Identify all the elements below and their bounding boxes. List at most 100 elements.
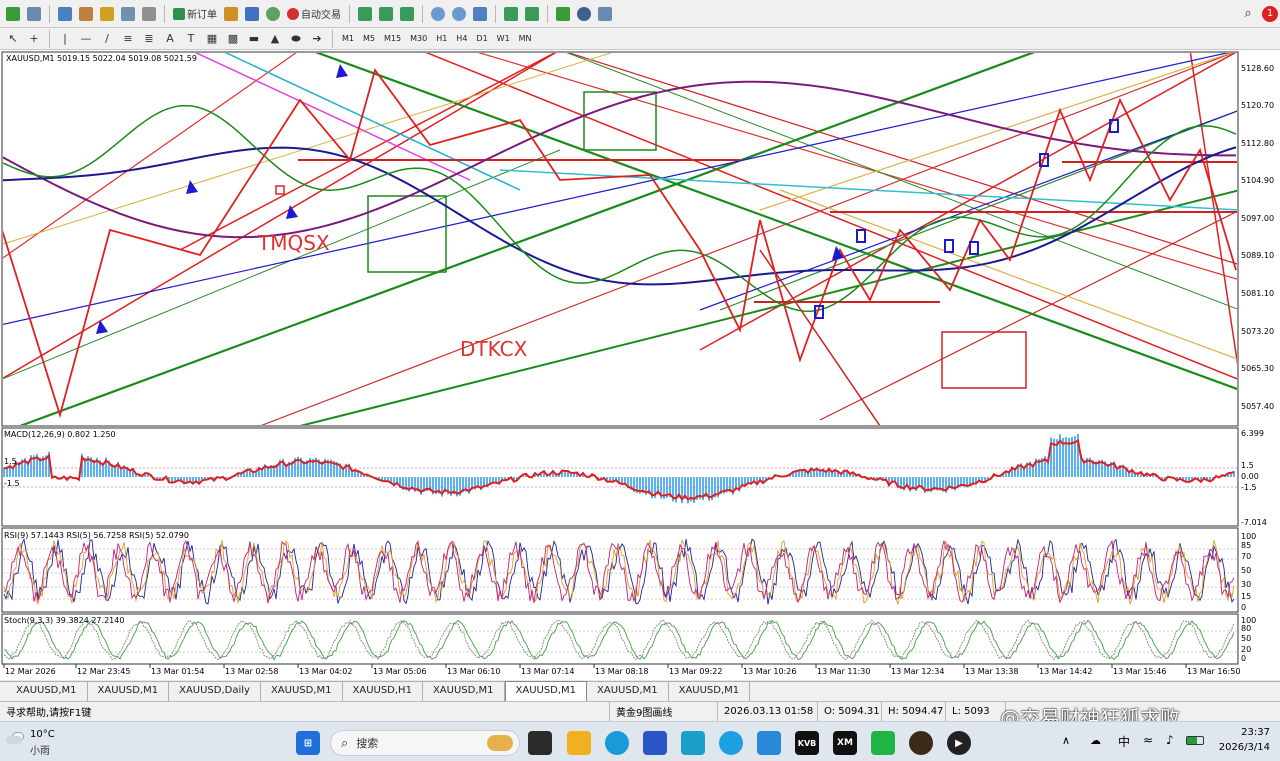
tray-chevron-icon[interactable]: ∧ [1062,734,1070,747]
signals-icon[interactable] [243,4,261,24]
pattern-icon[interactable]: ▩ [224,29,242,49]
clock-date[interactable]: 2026/3/14 [1208,742,1270,753]
wechat-icon[interactable] [871,731,895,755]
weather-icon[interactable] [6,730,26,750]
tile-windows-icon[interactable] [471,4,489,24]
profiles-icon[interactable] [25,4,43,24]
timeframe-m30[interactable]: M30 [407,34,430,43]
arrows-icon[interactable]: ➔ [308,29,326,49]
chart-window[interactable]: XAUUSD,M1 5019.15 5022.04 5019.08 5021.5… [0,50,1280,680]
tab-chart-3[interactable]: XAUUSD,Daily [169,682,261,701]
templates-icon[interactable] [596,4,614,24]
zoom-out-icon[interactable] [450,4,468,24]
timeframe-d1[interactable]: D1 [473,34,490,43]
time-label: 13 Mar 16:50 [1187,667,1240,676]
channel-icon[interactable]: ≡ [119,29,137,49]
task-view-icon[interactable] [528,731,552,755]
cursor-icon[interactable]: ↖ [4,29,22,49]
tray-cloud-icon[interactable]: ☁ [1090,734,1101,747]
app-icon[interactable] [681,731,705,755]
clock-time[interactable]: 23:37 [1216,727,1270,738]
fibonacci-icon[interactable]: ≣ [140,29,158,49]
tab-chart-4[interactable]: XAUUSD,M1 [261,682,343,701]
navigator-icon[interactable] [98,4,116,24]
tray-language[interactable]: 中 [1118,733,1130,750]
tester-icon[interactable] [140,4,158,24]
macd-axis-label: -7.014 [1241,518,1267,527]
indicators-icon[interactable] [554,4,572,24]
macd-left-label: 1.5 [4,457,17,466]
price-label: 5089.10 [1241,251,1274,260]
file-explorer-icon[interactable] [567,731,591,755]
grid-icon[interactable]: ▦ [203,29,221,49]
rsi-axis-label: 85 [1241,541,1251,550]
triangle-icon[interactable]: ▲ [266,29,284,49]
timeframe-mn[interactable]: MN [516,34,535,43]
store-icon[interactable] [643,731,667,755]
timeframe-h4[interactable]: H4 [453,34,470,43]
price-label: 5057.40 [1241,402,1274,411]
browser-icon[interactable] [719,731,743,755]
time-label: 13 Mar 08:18 [595,667,648,676]
rectangle-icon[interactable]: ▬ [245,29,263,49]
weather-temp: 10°C [30,729,55,740]
auto-trading-button[interactable]: 自动交易 [285,4,343,24]
vertical-line-icon[interactable]: | [56,29,74,49]
tab-chart-1[interactable]: XAUUSD,M1 [6,682,88,701]
line-chart-icon[interactable] [398,4,416,24]
metaeditor-icon[interactable] [222,4,240,24]
tab-chart-9[interactable]: XAUUSD,M1 [669,682,751,701]
macd-axis-label: -1.5 [1241,483,1257,492]
start-button[interactable]: ⊞ [296,731,320,755]
price-label: 5112.80 [1241,139,1274,148]
battery-icon[interactable] [1186,736,1204,745]
ellipse-icon[interactable]: ⬬ [287,29,305,49]
tab-chart-5[interactable]: XAUUSD,H1 [343,682,423,701]
label-tmqsx: TMQSX [257,231,330,255]
tab-chart-8[interactable]: XAUUSD,M1 [587,682,669,701]
app2-icon[interactable] [757,731,781,755]
market-icon[interactable] [264,4,282,24]
timeframe-h1[interactable]: H1 [433,34,450,43]
taskbar-search[interactable]: ⌕ 搜索 [330,730,520,756]
crosshair-icon[interactable]: + [25,29,43,49]
timeframe-m15[interactable]: M15 [381,34,404,43]
text-icon[interactable]: A [161,29,179,49]
label-icon[interactable]: T [182,29,200,49]
market-watch-icon[interactable] [56,4,74,24]
chart-canvas[interactable]: XAUUSD,M1 5019.15 5022.04 5019.08 5021.5… [0,50,1280,680]
xm-icon[interactable]: XM [833,731,857,755]
zoom-in-icon[interactable] [429,4,447,24]
timeframe-m1[interactable]: M1 [339,34,357,43]
timeframe-w1[interactable]: W1 [494,34,513,43]
rsi-axis-label: 0 [1241,603,1246,612]
time-axis: 12 Mar 2026 12 Mar 23:45 13 Mar 01:54 13 Ma… [3,664,1240,676]
tab-chart-2[interactable]: XAUUSD,M1 [88,682,170,701]
wifi-icon[interactable]: ≈ [1143,733,1153,747]
bar-chart-icon[interactable] [356,4,374,24]
autoscroll-icon[interactable] [502,4,520,24]
kvb-icon[interactable]: KVB [795,731,819,755]
terminal-icon[interactable] [119,4,137,24]
macd-header: MACD(12,26,9) 0.802 1.250 [4,430,116,439]
edge-icon[interactable] [605,731,629,755]
candlestick-icon[interactable] [377,4,395,24]
notification-icon[interactable]: 1 [1260,4,1280,24]
data-window-icon[interactable] [77,4,95,24]
tab-chart-6[interactable]: XAUUSD,M1 [423,682,505,701]
tab-chart-7-active[interactable]: XAUUSD,M1 [504,681,588,701]
app3-icon[interactable] [909,731,933,755]
chart-shift-icon[interactable] [523,4,541,24]
horizontal-line-icon[interactable]: — [77,29,95,49]
search-icon[interactable]: ⌕ [1239,4,1257,24]
timeframe-m5[interactable]: M5 [360,34,378,43]
time-label: 13 Mar 12:34 [891,667,944,676]
new-order-button[interactable]: 新订单 [171,4,219,24]
trendline-icon[interactable]: / [98,29,116,49]
player-icon[interactable]: ▶ [947,731,971,755]
periods-icon[interactable] [575,4,593,24]
new-chart-icon[interactable] [4,4,22,24]
rsi-axis-label: 70 [1241,552,1251,561]
volume-icon[interactable]: ♪ [1166,733,1174,747]
main-pane [1,51,1239,427]
